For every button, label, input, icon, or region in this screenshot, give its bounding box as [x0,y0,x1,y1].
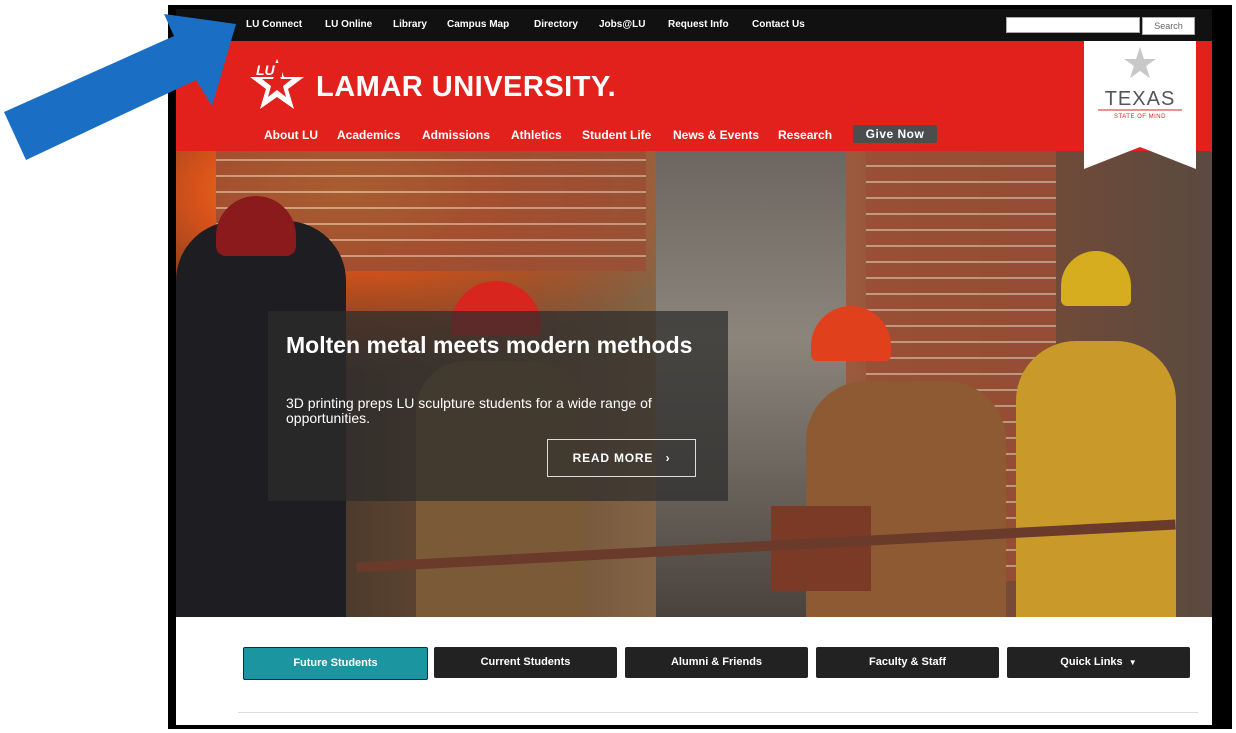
texas-word: TEXAS [1105,88,1176,110]
chevron-right-icon: › [665,451,671,465]
nav-about-lu[interactable]: About LU [264,128,318,142]
faculty-staff-button[interactable]: Faculty & Staff [816,647,999,678]
caret-down-icon: ▼ [1128,658,1137,667]
nav-admissions[interactable]: Admissions [422,128,490,142]
util-link-campus-map[interactable]: Campus Map [447,19,509,30]
logo-letters: LU [256,62,276,78]
hero-subtitle: 3D printing preps LU sculpture students … [286,395,652,426]
texas-state-of-mind-banner[interactable]: TEXAS STATE OF MIND [1084,41,1196,169]
hero-carousel[interactable]: Molten metal meets modern methods 3D pri… [176,151,1212,617]
nav-research[interactable]: Research [778,128,832,142]
page: LU Connect LU Online Library Campus Map … [176,9,1212,725]
site-header: LU LAMAR UNIVERSITY. About LU Academics … [176,41,1212,151]
future-students-button[interactable]: Future Students [243,647,428,680]
alumni-friends-button[interactable]: Alumni & Friends [625,647,808,678]
read-more-button[interactable]: READ MORE › [547,439,696,477]
search-input[interactable] [1006,17,1140,33]
nav-student-life[interactable]: Student Life [582,128,651,142]
util-link-directory[interactable]: Directory [534,19,578,30]
texas-tagline: STATE OF MIND [1114,114,1166,120]
divider [238,712,1198,713]
nav-academics[interactable]: Academics [337,128,400,142]
quick-links-button[interactable]: Quick Links ▼ [1007,647,1190,678]
util-link-jobs[interactable]: Jobs@LU [599,19,645,30]
util-link-library[interactable]: Library [393,19,427,30]
lu-star-logo[interactable]: LU [248,57,306,111]
nav-athletics[interactable]: Athletics [511,128,562,142]
current-students-button[interactable]: Current Students [434,647,617,678]
util-link-lu-online[interactable]: LU Online [325,19,372,30]
hero-title: Molten metal meets modern methods [286,332,693,358]
nav-news-events[interactable]: News & Events [673,128,759,142]
util-link-request-info[interactable]: Request Info [668,19,729,30]
brand-dot: . [607,71,617,103]
university-name[interactable]: LAMAR UNIVERSITY. [316,71,616,104]
annotation-arrow-icon [4,14,236,160]
hard-hat [1061,251,1131,306]
search-button[interactable]: Search [1142,17,1195,35]
util-link-lu-connect[interactable]: LU Connect [246,19,302,30]
utility-bar: LU Connect LU Online Library Campus Map … [176,9,1212,41]
util-link-contact-us[interactable]: Contact Us [752,19,805,30]
give-now-button[interactable]: Give Now [853,125,937,143]
figure-yellow [1016,341,1176,617]
